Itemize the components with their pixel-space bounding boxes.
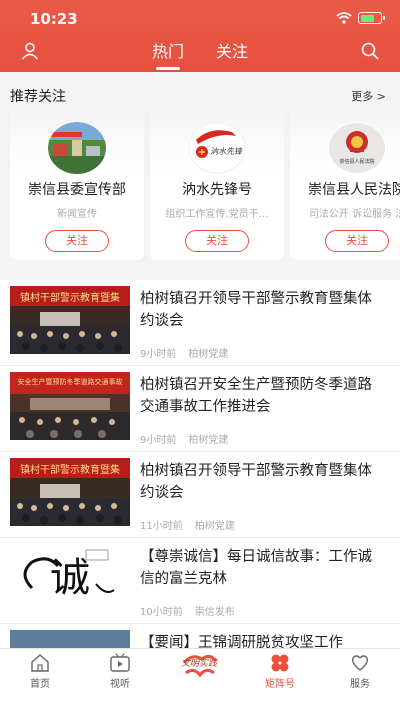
header-nav: 热门 关注: [0, 38, 400, 70]
tab-home-label: 首页: [30, 679, 50, 690]
propaganda-logo: [48, 122, 106, 174]
thumbnail-banner-text: 安全生产暨预防冬季道路交通事故: [17, 378, 123, 386]
news-meta: 10小时前 崇信发布: [140, 603, 235, 618]
news-source: 柏树党建: [188, 435, 229, 446]
news-thumbnail: 安全生产暨预防冬季道路交通事故: [10, 372, 130, 440]
status-time: 10:23: [30, 10, 78, 28]
tab-video-label: 视听: [110, 679, 130, 690]
news-source: 柏树党建: [194, 521, 235, 532]
news-title: 【要闻】王锦调研脱贫攻坚工作: [140, 635, 343, 648]
follow-button[interactable]: 关注: [325, 230, 389, 252]
card-desc: 新闻宣传: [57, 209, 97, 220]
recommend-title: 推荐关注: [10, 89, 66, 105]
thumbnail-calligraphy: 诚: [50, 555, 90, 601]
status-icons: [336, 12, 385, 24]
card-desc: 组织工作宣传,党员干…: [165, 209, 269, 220]
news-source: 柏树党建: [188, 349, 229, 360]
news-list: 镇村干部警示教育暨集 柏树镇召开领导干部警示教育暨集体约谈会 9小时前 柏树党建 …: [0, 280, 400, 648]
recommend-card[interactable]: 崇信县委宣传部 新闻宣传 关注: [10, 108, 144, 260]
court-logo-text: 崇信县人民法院: [339, 159, 375, 165]
matrix-icon: [271, 654, 289, 672]
card-name: 崇信县人民法院: [308, 182, 400, 198]
tab-video[interactable]: 视听: [90, 653, 150, 690]
news-time: 10小时前: [140, 607, 183, 618]
wifi-icon: [336, 12, 352, 24]
tab-home[interactable]: 首页: [10, 653, 70, 690]
news-source: 崇信发布: [194, 607, 235, 618]
news-time: 9小时前: [140, 435, 177, 446]
thumbnail-banner-text: 镇村干部警示教育暨集: [20, 293, 120, 304]
service-icon: [351, 655, 369, 671]
card-name: 崇信县委宣传部: [28, 182, 126, 198]
home-icon: [31, 654, 49, 672]
news-time: 11小时前: [140, 521, 183, 532]
news-title: 柏树镇召开领导干部警示教育暨集体约谈会: [140, 291, 372, 329]
more-link[interactable]: 更多 >: [351, 88, 386, 104]
pioneer-logo: 汭水先锋: [188, 122, 246, 174]
news-title: 柏树镇召开安全生产暨预防冬季道路交通事故工作推进会: [140, 377, 372, 415]
center-logo-text: 文明实践: [180, 659, 217, 669]
news-thumbnail: 镇村干部警示教育暨集: [10, 458, 130, 526]
video-icon: [110, 653, 130, 672]
follow-button[interactable]: 关注: [45, 230, 109, 252]
top-bar: 10:23 热门 关注: [0, 0, 400, 72]
follow-button[interactable]: 关注: [185, 230, 249, 252]
news-time: 9小时前: [140, 349, 177, 360]
news-item[interactable]: 镇村干部警示教育暨集 柏树镇召开领导干部警示教育暨集体约谈会 11小时前 柏树党建: [0, 452, 400, 538]
news-meta: 11小时前 柏树党建: [140, 517, 235, 532]
tab-service-label: 服务: [350, 679, 370, 690]
recommend-header: 推荐关注 更多 >: [10, 86, 386, 106]
app-screen: 10:23 热门 关注 推荐关注 更多 > 崇信县委宣传部 新闻宣传 关注 汭水…: [0, 0, 400, 710]
news-title: 柏树镇召开领导干部警示教育暨集体约谈会: [140, 463, 372, 501]
civilization-practice-logo[interactable]: 文明实践: [172, 647, 226, 689]
battery-icon: [358, 12, 385, 24]
tab-hot[interactable]: 热门: [152, 38, 184, 70]
tab-service[interactable]: 服务: [330, 653, 390, 690]
tab-matrix[interactable]: 矩阵号: [250, 653, 310, 690]
card-desc: 司法公开 诉讼服务 法: [308, 209, 400, 220]
recommend-card[interactable]: 汭水先锋 汭水先锋号 组织工作宣传,党员干… 关注: [150, 108, 284, 260]
card-name: 汭水先锋号: [182, 182, 252, 198]
news-thumbnail: [10, 630, 130, 648]
tab-matrix-label: 矩阵号: [265, 679, 295, 690]
recommend-section: 推荐关注 更多 > 崇信县委宣传部 新闻宣传 关注 汭水先锋 汭水先锋号 组织工…: [0, 72, 400, 270]
pioneer-logo-text: 汭水先锋: [210, 147, 242, 156]
status-bar: 10:23: [0, 8, 400, 30]
header-tabs: 热门 关注: [0, 38, 400, 70]
tab-follow[interactable]: 关注: [216, 38, 248, 68]
news-meta: 9小时前 柏树党建: [140, 431, 228, 446]
news-item[interactable]: 镇村干部警示教育暨集 柏树镇召开领导干部警示教育暨集体约谈会 9小时前 柏树党建: [0, 280, 400, 366]
court-logo: 崇信县人民法院: [328, 122, 386, 174]
news-meta: 9小时前 柏树党建: [140, 345, 228, 360]
news-thumbnail: 镇村干部警示教育暨集: [10, 286, 130, 354]
search-icon[interactable]: [360, 41, 380, 61]
bottom-tab-bar: 首页 视听 文明实践 矩阵号 服务: [0, 648, 400, 710]
news-item[interactable]: 安全生产暨预防冬季道路交通事故 柏树镇召开安全生产暨预防冬季道路交通事故工作推进…: [0, 366, 400, 452]
thumbnail-banner-text: 镇村干部警示教育暨集: [20, 465, 120, 476]
recommend-cards: 崇信县委宣传部 新闻宣传 关注 汭水先锋 汭水先锋号 组织工作宣传,党员干… 关…: [10, 108, 400, 264]
news-thumbnail: 诚: [10, 544, 130, 612]
news-item[interactable]: 【要闻】王锦调研脱贫攻坚工作: [0, 624, 400, 648]
recommend-card[interactable]: 崇信县人民法院 崇信县人民法院 司法公开 诉讼服务 法 关注: [290, 108, 400, 260]
news-item[interactable]: 诚 【尊崇诚信】每日诚信故事：工作诚信的富兰克林 10小时前 崇信发布: [0, 538, 400, 624]
news-title: 【尊崇诚信】每日诚信故事：工作诚信的富兰克林: [140, 549, 372, 587]
